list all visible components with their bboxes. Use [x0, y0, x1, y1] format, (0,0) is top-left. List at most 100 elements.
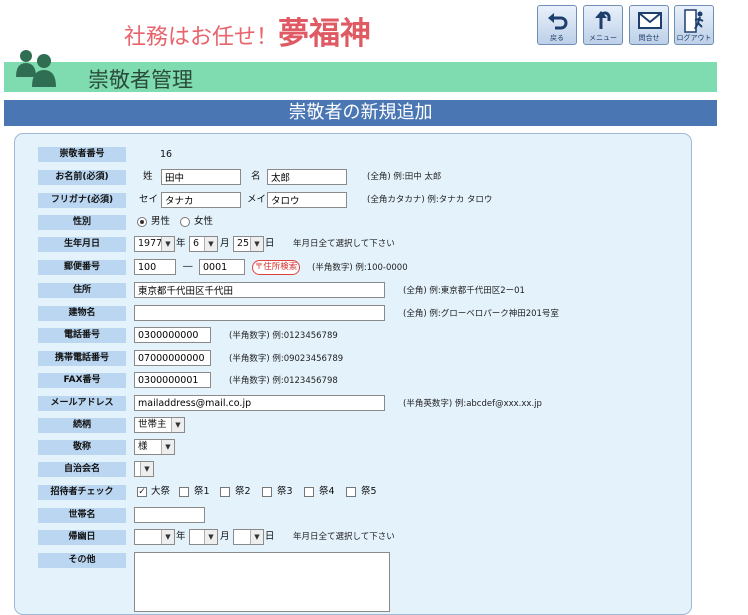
gender-male-radio[interactable] — [137, 217, 147, 227]
birth-day-unit: 日 — [265, 238, 275, 249]
relation-value: 世帯主 — [138, 419, 167, 430]
label-relation: 続柄 — [38, 418, 126, 433]
label-kana: フリガナ(必須) — [38, 193, 126, 208]
back-button-label: 戻る — [550, 34, 564, 42]
chevron-down-icon: ▼ — [250, 530, 263, 544]
building-hint: (全角) 例:グローベロパーク神田201号室 — [403, 309, 559, 319]
label-building: 建物名 — [38, 306, 126, 321]
birth-day-select[interactable]: 25 ▼ — [233, 236, 264, 252]
death-hint: 年月日全て選択して下さい — [293, 532, 395, 542]
label-postal: 郵便番号 — [38, 260, 126, 275]
section-bar: 崇敬者管理 — [4, 62, 717, 92]
invite-sai3-checkbox[interactable] — [262, 487, 272, 497]
association-select[interactable]: ▼ — [134, 461, 154, 477]
birth-year-value: 1977 — [138, 238, 163, 249]
label-other: その他 — [38, 553, 126, 568]
postal-first-input[interactable] — [134, 259, 176, 275]
kana-mei-input[interactable] — [267, 192, 347, 208]
death-day-unit: 日 — [265, 531, 275, 542]
chevron-down-icon: ▼ — [171, 418, 184, 432]
invite-sai3-label: 祭3 — [277, 486, 293, 497]
email-hint: (半角英数字) 例:abcdef@xxx.xx.jp — [403, 399, 542, 409]
gender-female-label: 女性 — [194, 216, 214, 227]
fax-hint: (半角数字) 例:0123456798 — [229, 376, 338, 386]
kana-sei-input[interactable] — [161, 192, 241, 208]
mobile-input[interactable] — [134, 350, 211, 366]
phone-hint: (半角数字) 例:0123456789 — [229, 331, 338, 341]
label-address: 住所 — [38, 283, 126, 298]
invite-taisai-checkbox[interactable]: ✓ — [137, 487, 147, 497]
relation-select[interactable]: 世帯主 ▼ — [134, 417, 185, 433]
chevron-down-icon: ▼ — [250, 237, 263, 251]
label-phone: 電話番号 — [38, 328, 126, 343]
menu-up-arrow-icon — [595, 11, 611, 29]
birth-year-unit: 年 — [176, 238, 186, 249]
brand-tagline: 社務はお任せ！ — [124, 25, 279, 50]
death-year-select[interactable]: ▼ — [134, 529, 175, 545]
birth-hint: 年月日全て選択して下さい — [293, 239, 395, 249]
gender-female-radio[interactable] — [180, 217, 190, 227]
postal-hint: (半角数字) 例:100-0000 — [312, 263, 408, 273]
email-input[interactable] — [134, 395, 385, 411]
phone-input[interactable] — [134, 327, 211, 343]
chevron-down-icon: ▼ — [204, 237, 217, 251]
chevron-down-icon: ▼ — [161, 237, 174, 251]
address-input[interactable] — [134, 282, 385, 298]
birth-month-unit: 月 — [220, 238, 230, 249]
label-fax: FAX番号 — [38, 373, 126, 388]
invite-sai1-checkbox[interactable] — [179, 487, 189, 497]
invite-sai4-checkbox[interactable] — [304, 487, 314, 497]
birth-month-select[interactable]: 6 ▼ — [189, 236, 218, 252]
death-month-unit: 月 — [220, 531, 230, 542]
label-name: お名前(必須) — [38, 170, 126, 185]
household-input[interactable] — [134, 507, 205, 523]
page-title: 崇敬者の新規追加 — [4, 100, 717, 126]
invite-sai5-label: 祭5 — [361, 486, 377, 497]
mail-icon — [638, 12, 662, 29]
invite-sai2-checkbox[interactable] — [220, 487, 230, 497]
invite-sai2-label: 祭2 — [235, 486, 251, 497]
birth-year-select[interactable]: 1977 ▼ — [134, 236, 175, 252]
mei-label: 名 — [251, 171, 261, 182]
back-button[interactable]: 戻る — [537, 5, 577, 45]
honorific-select[interactable]: 様 ▼ — [134, 439, 175, 455]
logout-button-label: ログアウト — [676, 34, 712, 42]
building-input[interactable] — [134, 305, 385, 321]
contact-button[interactable]: 問合せ — [629, 5, 669, 45]
app-brand: 社務はお任せ！夢福神 — [124, 8, 371, 52]
logout-button[interactable]: ログアウト — [674, 5, 714, 45]
label-id: 崇敬者番号 — [38, 147, 126, 162]
label-email: メールアドレス — [38, 396, 126, 411]
sei-label: 姓 — [143, 171, 153, 182]
people-icon — [16, 50, 56, 87]
label-gender: 性別 — [38, 215, 126, 230]
address-hint: (全角) 例:東京都千代田区2ー01 — [403, 286, 525, 296]
fax-input[interactable] — [134, 372, 211, 388]
menu-button-label: メニュー — [589, 34, 617, 42]
honorific-value: 様 — [138, 441, 148, 452]
menu-button[interactable]: メニュー — [583, 5, 623, 45]
death-day-select[interactable]: ▼ — [233, 529, 264, 545]
chevron-down-icon: ▼ — [161, 530, 174, 544]
other-textarea[interactable] — [134, 552, 390, 612]
id-value: 16 — [160, 149, 173, 160]
sei-input[interactable] — [161, 169, 241, 185]
mei-input[interactable] — [267, 169, 347, 185]
kana-hint: (全角カタカナ) 例:タナカ タロウ — [367, 195, 493, 205]
postal-second-input[interactable] — [199, 259, 245, 275]
invite-sai5-checkbox[interactable] — [346, 487, 356, 497]
label-association: 自治会名 — [38, 462, 126, 477]
label-mobile: 携帯電話番号 — [38, 351, 126, 366]
label-birth: 生年月日 — [38, 237, 126, 252]
death-month-select[interactable]: ▼ — [189, 529, 218, 545]
section-title: 崇敬者管理 — [88, 68, 193, 92]
chevron-down-icon: ▼ — [140, 462, 153, 476]
label-invites: 招待者チェック — [38, 485, 126, 500]
birth-day-value: 25 — [237, 238, 250, 249]
address-search-button[interactable]: 〒住所検索 — [252, 260, 300, 275]
kana-mei-label: メイ — [247, 194, 267, 205]
logout-icon — [684, 9, 704, 33]
name-hint: (全角) 例:田中 太郎 — [367, 172, 442, 182]
chevron-down-icon: ▼ — [161, 440, 174, 454]
label-household: 世帯名 — [38, 508, 126, 523]
